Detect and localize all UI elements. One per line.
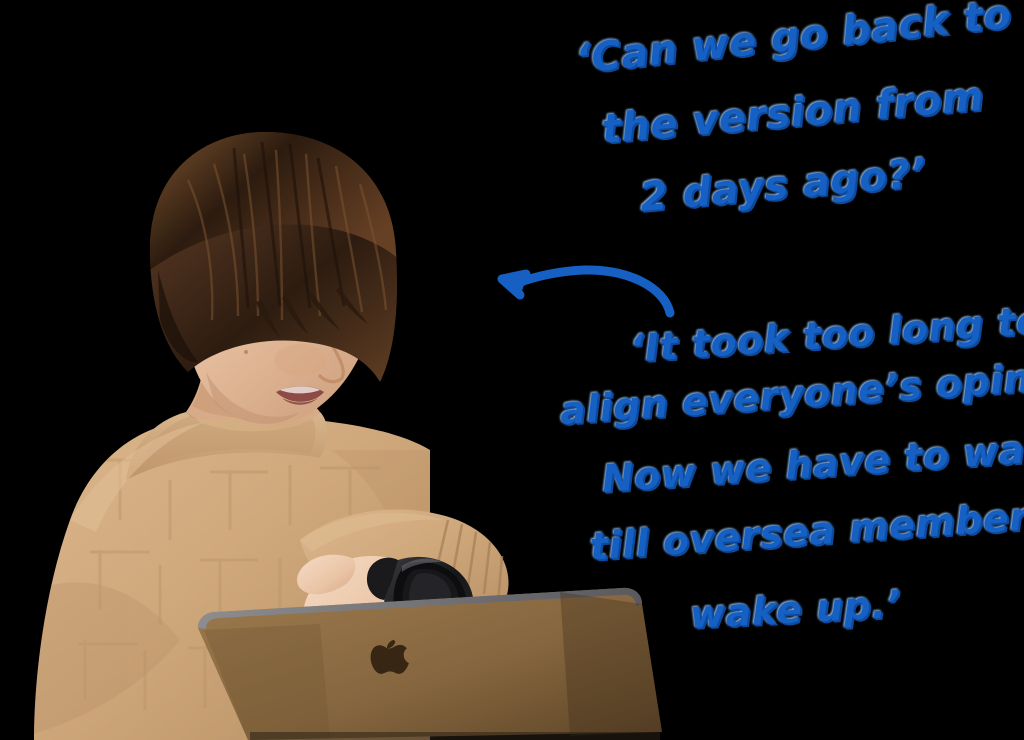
quote-secondary-line-2: align everyone’s opinions. (558, 348, 1024, 433)
quote-secondary: ‘It took too long to align everyone’s op… (552, 298, 1024, 640)
graphic-canvas: ‘Can we go back to the version from 2 da… (0, 0, 1024, 740)
quote-secondary-line-5: wake up.’ (688, 581, 903, 637)
quote-primary: ‘Can we go back to the version from 2 da… (540, 0, 1014, 228)
quote-secondary-line-4: till oversea members (588, 492, 1024, 569)
curved-arrow-icon (488, 255, 688, 325)
quote-primary-line-1: ‘Can we go back to (573, 0, 1014, 83)
quote-secondary-line-3: Now we have to wait (600, 425, 1024, 501)
quote-primary-line-3: 2 days ago?’ (637, 150, 929, 221)
quote-primary-line-2: the version from (599, 73, 986, 153)
